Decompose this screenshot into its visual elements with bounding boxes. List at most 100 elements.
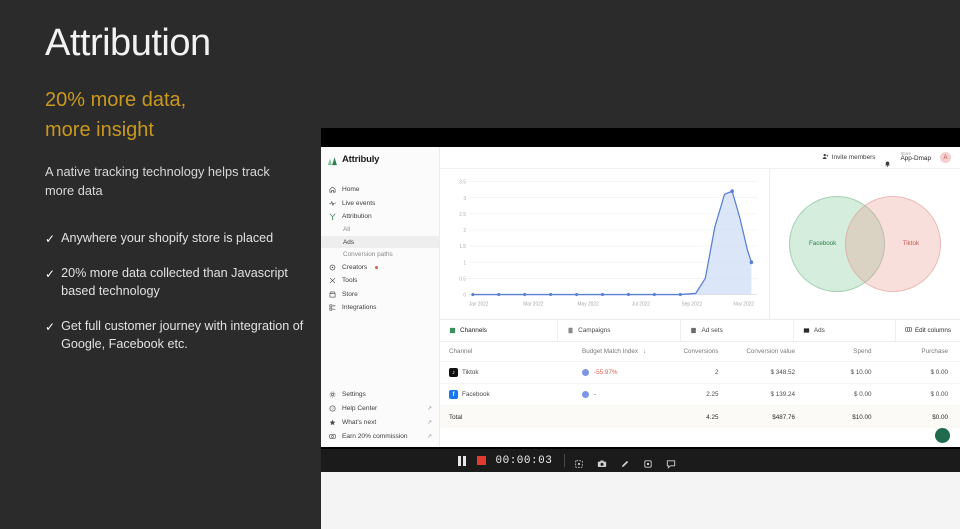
total-label: Total <box>449 413 463 421</box>
check-icon: ✓ <box>45 232 56 246</box>
attribution-icon <box>329 213 336 220</box>
sidebar-subitem-conversion-paths[interactable]: Conversion paths <box>321 248 439 261</box>
channel-name: Facebook <box>462 391 490 398</box>
attribuly-app-window: Attribuly Home Live events Attribution A… <box>321 147 960 447</box>
pencil-icon[interactable] <box>620 456 630 467</box>
table-row[interactable]: ♪ Tiktok -55.97% 2 $ 348.52 $ 10.00 $ 0.… <box>440 362 960 384</box>
channels-table: Channel Budget Match Index ↓ Conversions… <box>440 342 960 447</box>
sidebar-item-home[interactable]: Home <box>321 183 439 196</box>
sidebar-item-help-center[interactable]: ? Help Center ↗ <box>321 402 439 416</box>
pause-button[interactable] <box>458 455 466 466</box>
table-total-row: Total 4.25 $487.76 $10.00 $0.00 <box>440 406 960 428</box>
venn-label-tiktok: Tiktok <box>902 240 919 247</box>
tab-channels[interactable]: Channels <box>440 320 559 341</box>
cell-budget-match-index: - <box>558 391 658 398</box>
app-sidebar: Attribuly Home Live events Attribution A… <box>321 147 440 447</box>
venn-label-facebook: Facebook <box>809 240 837 247</box>
video-transport-controls <box>321 455 486 466</box>
sidebar-subitem-all[interactable]: All <box>321 223 439 236</box>
facebook-icon: f <box>449 390 458 399</box>
tools-icon <box>329 277 336 284</box>
app-topbar: Invite members Store App-Dmap A <box>440 147 960 169</box>
list-item: ✓ 20% more data collected than Javascrip… <box>45 265 307 301</box>
sidebar-item-attribution[interactable]: Attribution <box>321 210 439 223</box>
column-header-conversion-value[interactable]: Conversion value <box>735 348 812 355</box>
sidebar-nav: Home Live events Attribution All Ads Con… <box>321 183 439 314</box>
sidebar-item-integrations[interactable]: Integrations <box>321 301 439 314</box>
svg-text:0.5: 0.5 <box>459 276 466 282</box>
ads-icon <box>803 327 810 334</box>
pulse-icon <box>329 200 336 207</box>
venn-circle-tiktok <box>845 196 941 292</box>
cell-spend: $ 10.00 <box>850 369 872 376</box>
store-selector[interactable]: Store App-Dmap <box>900 151 931 163</box>
invite-members-button[interactable]: Invite members <box>822 153 875 162</box>
edit-columns-button[interactable]: Edit columns <box>896 320 960 341</box>
column-header-channel[interactable]: Channel <box>440 348 558 355</box>
total-purchase: $0.00 <box>932 413 948 421</box>
svg-text:?: ? <box>331 407 333 411</box>
tab-label: Ad sets <box>701 327 723 334</box>
table-row[interactable]: f Facebook - 2.25 $ 139.24 $ 0.00 $ 0.00 <box>440 384 960 406</box>
sidebar-item-whats-next[interactable]: What's next ↗ <box>321 415 439 429</box>
crop-icon[interactable] <box>643 456 653 468</box>
sidebar-item-earn-commission[interactable]: Earn 20% commission ↗ <box>321 429 439 443</box>
cell-channel: ♪ Tiktok <box>440 368 558 377</box>
sidebar-subitem-ads[interactable]: Ads <box>321 235 439 249</box>
avatar[interactable]: A <box>940 152 951 163</box>
sidebar-item-label: Store <box>342 290 358 298</box>
column-header-label: Budget Match Index <box>582 348 639 355</box>
presentation-slide: Attribution 20% more data, more insight … <box>0 0 960 529</box>
svg-text:0: 0 <box>463 292 466 298</box>
tab-campaigns[interactable]: Campaigns <box>558 320 682 341</box>
svg-text:3: 3 <box>463 196 466 202</box>
comment-icon[interactable] <box>666 456 676 469</box>
table-tabs: Channels Campaigns Ad sets Ads Edit colu… <box>440 320 960 342</box>
page-title: Attribution <box>45 22 211 64</box>
cell-conversion-value: $ 348.52 <box>770 369 795 376</box>
column-header-spend[interactable]: Spend <box>811 348 888 355</box>
invite-members-icon <box>822 153 829 162</box>
adsets-icon <box>690 327 697 334</box>
integrations-icon <box>329 304 336 311</box>
cell-conversions: 2 <box>714 369 719 376</box>
svg-text:2.5: 2.5 <box>459 212 466 218</box>
check-icon: ✓ <box>45 319 56 334</box>
tab-ads[interactable]: Ads <box>794 320 896 341</box>
svg-text:1.5: 1.5 <box>459 244 466 250</box>
notifications-bell-icon[interactable] <box>884 154 891 167</box>
svg-text:Nov 2022: Nov 2022 <box>733 301 754 307</box>
support-chat-bubble[interactable] <box>935 428 950 443</box>
tab-ad-sets[interactable]: Ad sets <box>681 320 794 341</box>
sidebar-item-creators[interactable]: Creators <box>321 261 439 274</box>
sidebar-item-live-events[interactable]: Live events <box>321 196 439 209</box>
conversions-area-chart: 3.5 3 2.5 2 1.5 1 0.5 0 Jan 2022 Mar 202… <box>440 169 770 319</box>
stop-button[interactable] <box>476 456 486 465</box>
column-header-purchase[interactable]: Purchase <box>888 348 960 355</box>
column-header-conversions[interactable]: Conversions <box>658 348 735 355</box>
video-control-bar: 00:00:03 <box>321 449 960 472</box>
sidebar-bottom-nav: Settings ? Help Center ↗ What's next ↗ E… <box>321 388 439 443</box>
slide-subheadline: 20% more data, more insight <box>45 85 186 146</box>
column-header-budget-match-index[interactable]: Budget Match Index ↓ <box>558 348 658 355</box>
external-link-icon: ↗ <box>426 433 432 440</box>
external-link-icon: ↗ <box>426 406 432 413</box>
camera-icon[interactable] <box>597 456 607 467</box>
sidebar-item-label: What's next <box>342 418 377 426</box>
video-tool-icons <box>574 456 676 469</box>
cell-channel: f Facebook <box>440 390 558 399</box>
sort-descending-icon[interactable]: ↓ <box>643 349 646 355</box>
help-icon: ? <box>329 405 336 412</box>
sidebar-item-store[interactable]: Store <box>321 288 439 301</box>
check-icon: ✓ <box>45 267 56 281</box>
home-icon <box>329 186 336 193</box>
sidebar-item-settings[interactable]: Settings <box>321 388 439 402</box>
blur-icon[interactable] <box>574 456 584 468</box>
channel-overlap-venn: Facebook Tiktok <box>770 169 960 319</box>
slide-bottom-area <box>321 472 960 529</box>
bullet-text: Get full customer journey with integrati… <box>61 318 304 351</box>
sidebar-item-tools[interactable]: Tools <box>321 274 439 287</box>
brand-logo[interactable]: Attribuly <box>321 147 439 172</box>
cell-conversion-value: $ 139.24 <box>770 391 795 398</box>
tiktok-icon: ♪ <box>449 368 458 377</box>
